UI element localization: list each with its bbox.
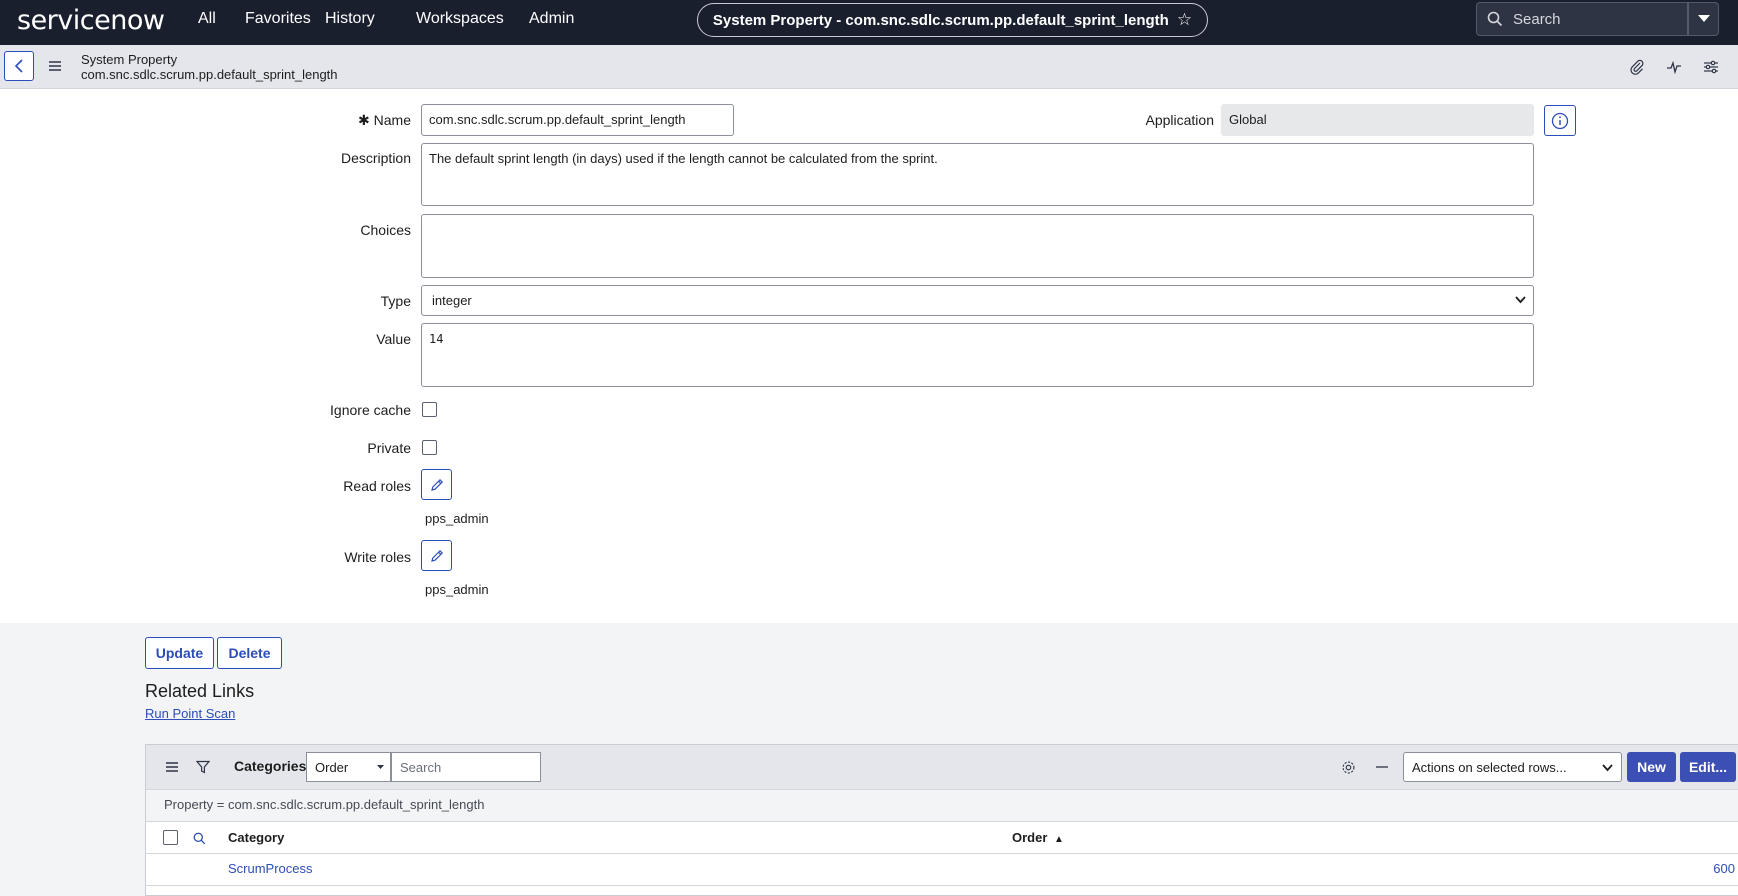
record-title: System Property - com.snc.sdlc.scrum.pp.…: [712, 11, 1169, 29]
star-icon[interactable]: ☆: [1177, 10, 1192, 30]
list-toolbar: Categories Order Search Actions on selec…: [146, 745, 1738, 790]
list-search-input[interactable]: Search: [391, 752, 541, 782]
value-label: Value: [376, 331, 411, 347]
run-point-scan-link[interactable]: Run Point Scan: [145, 706, 235, 721]
application-field: Global: [1221, 104, 1534, 136]
top-navigation-bar: servicenow All Favorites History Workspa…: [0, 0, 1738, 45]
nav-admin[interactable]: Admin: [529, 10, 574, 28]
list-title: Categories: [234, 758, 307, 774]
search-scope-dropdown[interactable]: [1688, 2, 1719, 36]
form-menu-button[interactable]: [46, 57, 64, 75]
chevron-down-icon: [1515, 296, 1526, 304]
update-button[interactable]: Update: [145, 637, 214, 669]
pencil-icon: [430, 549, 443, 562]
new-button[interactable]: New: [1627, 752, 1676, 782]
search-field-value: Order: [315, 759, 349, 775]
chevron-left-icon: [14, 59, 23, 73]
ignore-cache-checkbox[interactable]: [422, 402, 437, 417]
form-header: System Property com.snc.sdlc.scrum.pp.de…: [0, 45, 1738, 89]
filter-funnel-icon: [196, 760, 210, 774]
gear-icon: [1341, 760, 1355, 774]
application-label: Application: [1145, 112, 1215, 128]
servicenow-logo[interactable]: servicenow: [17, 5, 165, 36]
list-settings-button[interactable]: [1339, 758, 1357, 776]
type-select[interactable]: integer: [421, 285, 1534, 316]
actions-select-value: Actions on selected rows...: [1412, 759, 1567, 775]
nav-workspaces[interactable]: Workspaces: [416, 10, 504, 28]
row-order-value[interactable]: 600: [1713, 861, 1735, 876]
caret-down-icon: [377, 765, 384, 769]
column-search-button[interactable]: [190, 829, 208, 847]
sort-ascending-icon: ▲: [1054, 834, 1064, 845]
nav-all[interactable]: All: [198, 10, 216, 28]
list-header-row: Category Order ▲: [146, 822, 1738, 854]
settings-sliders-icon[interactable]: [1702, 58, 1720, 76]
delete-button[interactable]: Delete: [217, 637, 282, 669]
column-header-category[interactable]: Category: [228, 830, 284, 845]
choices-label: Choices: [360, 222, 411, 238]
search-icon: [193, 832, 205, 844]
collapse-list-button[interactable]: [1373, 758, 1391, 776]
back-button[interactable]: [4, 51, 34, 81]
private-checkbox[interactable]: [422, 440, 437, 455]
pencil-icon: [430, 478, 443, 491]
info-icon: [1551, 112, 1569, 129]
search-placeholder: Search: [1513, 10, 1561, 28]
required-mark: ✱: [358, 112, 370, 128]
global-search-input[interactable]: Search: [1476, 2, 1688, 36]
form-subtitle: com.snc.sdlc.scrum.pp.default_sprint_len…: [81, 67, 338, 82]
select-all-checkbox[interactable]: [163, 830, 178, 845]
row-category-link[interactable]: ScrumProcess: [228, 861, 313, 876]
read-roles-edit-button[interactable]: [421, 469, 452, 500]
form-title: System Property: [81, 52, 178, 67]
list-menu-button[interactable]: [163, 758, 181, 776]
edit-button[interactable]: Edit...: [1680, 752, 1736, 782]
write-roles-label: Write roles: [344, 549, 411, 565]
choices-field[interactable]: [421, 214, 1534, 278]
ignore-cache-label: Ignore cache: [330, 402, 411, 418]
nav-history[interactable]: History: [325, 10, 375, 28]
caret-down-icon: [1697, 15, 1710, 22]
application-info-button[interactable]: [1544, 105, 1576, 136]
actions-on-selected-rows-select[interactable]: Actions on selected rows...: [1403, 752, 1622, 782]
record-title-pill[interactable]: System Property - com.snc.sdlc.scrum.pp.…: [697, 3, 1208, 37]
read-roles-value: pps_admin: [425, 511, 489, 526]
minus-icon: [1376, 766, 1388, 768]
hamburger-icon: [49, 61, 61, 71]
description-label: Description: [340, 150, 411, 166]
write-roles-edit-button[interactable]: [421, 540, 452, 571]
private-label: Private: [367, 440, 411, 456]
name-field[interactable]: com.snc.sdlc.scrum.pp.default_sprint_len…: [421, 104, 734, 136]
categories-related-list: Categories Order Search Actions on selec…: [145, 744, 1738, 896]
write-roles-value: pps_admin: [425, 582, 489, 597]
column-header-order[interactable]: Order ▲: [1012, 830, 1064, 845]
filter-button[interactable]: [194, 758, 212, 776]
list-filter-breadcrumb[interactable]: Property = com.snc.sdlc.scrum.pp.default…: [146, 790, 1738, 822]
chevron-down-icon: [1602, 764, 1613, 772]
attachment-icon[interactable]: [1628, 58, 1646, 76]
read-roles-label: Read roles: [343, 478, 411, 494]
hamburger-icon: [166, 762, 178, 772]
nav-favorites[interactable]: Favorites: [245, 10, 311, 28]
table-row: ScrumProcess 600: [146, 854, 1738, 886]
type-label: Type: [380, 293, 411, 309]
related-links-title: Related Links: [145, 681, 255, 701]
name-label: ✱ Name: [358, 112, 411, 128]
activity-pulse-icon[interactable]: [1665, 58, 1683, 76]
type-selected-value: integer: [432, 293, 472, 308]
description-field[interactable]: The default sprint length (in days) used…: [421, 143, 1534, 206]
search-field-select[interactable]: Order: [306, 752, 391, 782]
search-icon: [1487, 11, 1503, 27]
value-field[interactable]: 14: [421, 323, 1534, 387]
